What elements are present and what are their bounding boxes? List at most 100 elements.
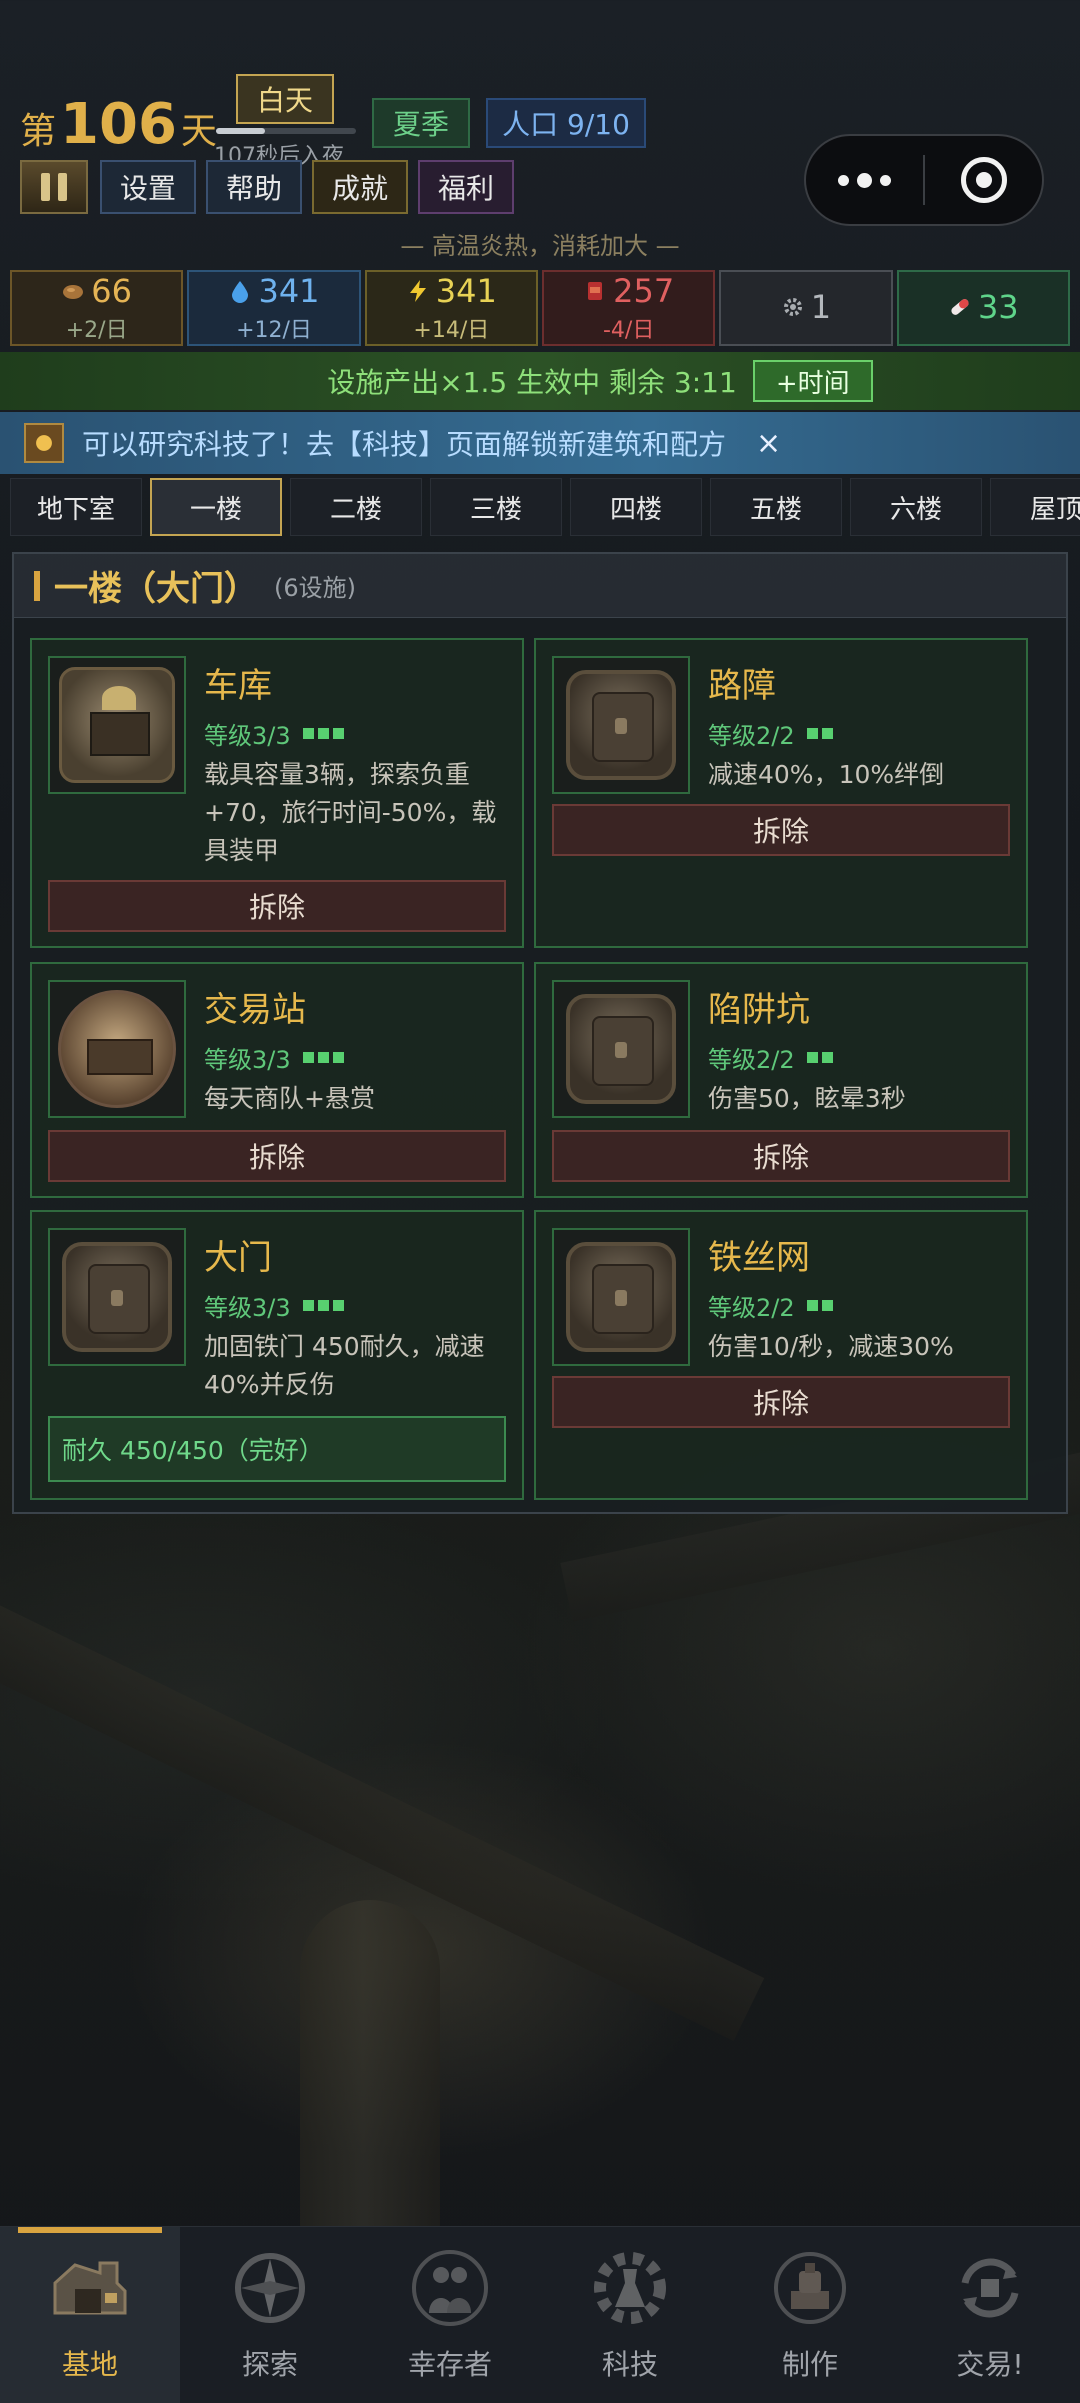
facility-level: 等级3/3 (204, 716, 344, 751)
facility-thumb (48, 980, 186, 1118)
food-icon (63, 285, 84, 299)
gear-icon (783, 298, 802, 316)
facility-thumb (552, 1228, 690, 1366)
season-badge: 夏季 (372, 98, 470, 148)
day-progress-fill (216, 128, 265, 134)
nav-tech[interactable]: 科技 (540, 2227, 720, 2403)
facility-thumb (552, 656, 690, 794)
resource-rate: +12/日 (236, 318, 312, 343)
settings-button[interactable]: 设置 (100, 160, 196, 214)
day-progress-bar (216, 128, 356, 134)
facility-card-main-gate[interactable]: 大门 等级3/3 加固铁门 450耐久，减速40%并反伤 耐久 450/450（… (30, 1210, 524, 1500)
demolish-button[interactable]: 拆除 (552, 804, 1010, 856)
facility-name: 车库 (204, 666, 272, 706)
iron-door-icon (566, 670, 676, 780)
target-icon (960, 157, 1007, 203)
floor-tabs: 地下室 一楼 二楼 三楼 四楼 五楼 六楼 屋顶 (10, 478, 1080, 536)
title-marker (34, 570, 40, 601)
facility-name: 铁丝网 (708, 1238, 810, 1278)
help-button[interactable]: 帮助 (206, 160, 302, 214)
floor-panel: 一楼（大门） (6设施) 车库 等级3/3 载具容量3辆，探索负重+70，旅行时… (12, 552, 1068, 1514)
facility-card-roadblock[interactable]: 路障 等级2/2 减速40%，10%绊倒 拆除 (534, 638, 1028, 948)
nav-explore[interactable]: 探索 (180, 2227, 360, 2403)
tab-floor-4[interactable]: 四楼 (570, 478, 702, 536)
level-text: 等级3/3 (204, 722, 291, 750)
resource-medicine[interactable]: 33 (896, 270, 1070, 346)
resource-food[interactable]: 66 +2/日 (10, 270, 184, 346)
panel-header: 一楼（大门） (6设施) (14, 554, 1066, 618)
tab-floor-3[interactable]: 三楼 (430, 478, 562, 536)
facility-card-garage[interactable]: 车库 等级3/3 载具容量3辆，探索负重+70，旅行时间-50%，载具装甲 拆除 (30, 638, 524, 948)
nav-label: 制作 (781, 2348, 838, 2381)
iron-door-icon (62, 1242, 172, 1352)
resource-rate: +2/日 (65, 318, 128, 343)
facility-name: 大门 (204, 1238, 272, 1278)
resource-value: 257 (613, 272, 675, 310)
facility-card-trading-post[interactable]: 交易站 等级3/3 每天商队+悬赏 拆除 (30, 962, 524, 1198)
pause-icon (41, 173, 50, 201)
more-menu-button[interactable] (806, 172, 923, 188)
demolish-button[interactable]: 拆除 (552, 1130, 1010, 1182)
facility-count: (6设施) (274, 574, 356, 602)
nav-label: 科技 (601, 2348, 658, 2381)
nav-survivors[interactable]: 幸存者 (360, 2227, 540, 2403)
nav-trade[interactable]: 交易! (900, 2227, 1080, 2403)
facility-level: 等级3/3 (204, 1288, 344, 1323)
more-dot-icon (880, 174, 891, 186)
facility-desc: 载具容量3辆，探索负重+70，旅行时间-50%，载具装甲 (204, 760, 497, 865)
achievements-button[interactable]: 成就 (312, 160, 408, 214)
resource-canned-food[interactable]: 257 -4/日 (541, 270, 716, 346)
tab-floor-1[interactable]: 一楼 (150, 478, 282, 536)
nav-base[interactable]: 基地 (0, 2227, 180, 2403)
resource-value: 1 (810, 288, 832, 326)
day-suffix: 天 (180, 111, 217, 152)
resource-water[interactable]: 341 +12/日 (187, 270, 361, 346)
day-prefix: 第 (20, 111, 57, 152)
trade-cycle-icon (961, 2258, 1019, 2318)
tab-floor-5[interactable]: 五楼 (710, 478, 842, 536)
more-dot-icon (857, 172, 872, 188)
facility-desc: 伤害50，眩晕3秒 (708, 1084, 906, 1113)
survivors-icon (412, 2250, 488, 2326)
nav-crafting[interactable]: 制作 (720, 2227, 900, 2403)
demolish-button[interactable]: 拆除 (552, 1376, 1010, 1428)
population-badge: 人口 9/10 (486, 98, 646, 148)
tab-roof[interactable]: 屋顶 (990, 478, 1080, 536)
level-pips (806, 1052, 833, 1063)
facility-card-trap-pit[interactable]: 陷阱坑 等级2/2 伤害50，眩晕3秒 拆除 (534, 962, 1028, 1198)
research-icon (24, 423, 64, 463)
panel-title: 一楼（大门） (54, 569, 258, 609)
tab-floor-2[interactable]: 二楼 (290, 478, 422, 536)
boost-text: 设施产出×1.5 生效中 剩余 3:11 (327, 366, 737, 399)
level-pips (806, 1300, 833, 1311)
resource-power[interactable]: 341 +14/日 (364, 270, 538, 346)
demolish-button[interactable]: 拆除 (48, 880, 506, 932)
facility-card-barbed-wire[interactable]: 铁丝网 等级2/2 伤害10/秒，减速30% 拆除 (534, 1210, 1028, 1500)
garage-icon (59, 667, 175, 783)
tab-basement[interactable]: 地下室 (10, 478, 142, 536)
resource-bar: 66 +2/日 341 +12/日 341 +14/日 257 -4/日 1 3… (10, 270, 1070, 346)
pause-button[interactable] (20, 160, 88, 214)
durability-status: 耐久 450/450（完好） (48, 1416, 506, 1482)
miniprogram-capsule (804, 134, 1044, 226)
crafting-icon (774, 2252, 846, 2324)
nav-label: 幸存者 (407, 2348, 492, 2381)
welfare-button[interactable]: 福利 (418, 160, 514, 214)
level-pips (302, 1052, 344, 1063)
add-time-button[interactable]: +时间 (752, 360, 873, 402)
research-notice[interactable]: 可以研究科技了！去【科技】页面解锁新建筑和配方 × (0, 412, 1080, 474)
demolish-button[interactable]: 拆除 (48, 1130, 506, 1182)
facility-level: 等级3/3 (204, 1040, 344, 1075)
level-text: 等级3/3 (204, 1046, 291, 1074)
resource-parts[interactable]: 1 (719, 270, 893, 346)
resource-value: 341 (435, 272, 497, 310)
daytime-badge: 白天 (236, 74, 334, 124)
trading-post-icon (58, 990, 176, 1108)
level-text: 等级2/2 (708, 1046, 795, 1074)
close-miniprogram-button[interactable] (925, 157, 1042, 203)
compass-icon (235, 2253, 305, 2323)
resource-rate: +14/日 (413, 318, 490, 343)
more-dot-icon (838, 174, 849, 186)
close-icon[interactable]: × (756, 426, 781, 461)
tab-floor-6[interactable]: 六楼 (850, 478, 982, 536)
